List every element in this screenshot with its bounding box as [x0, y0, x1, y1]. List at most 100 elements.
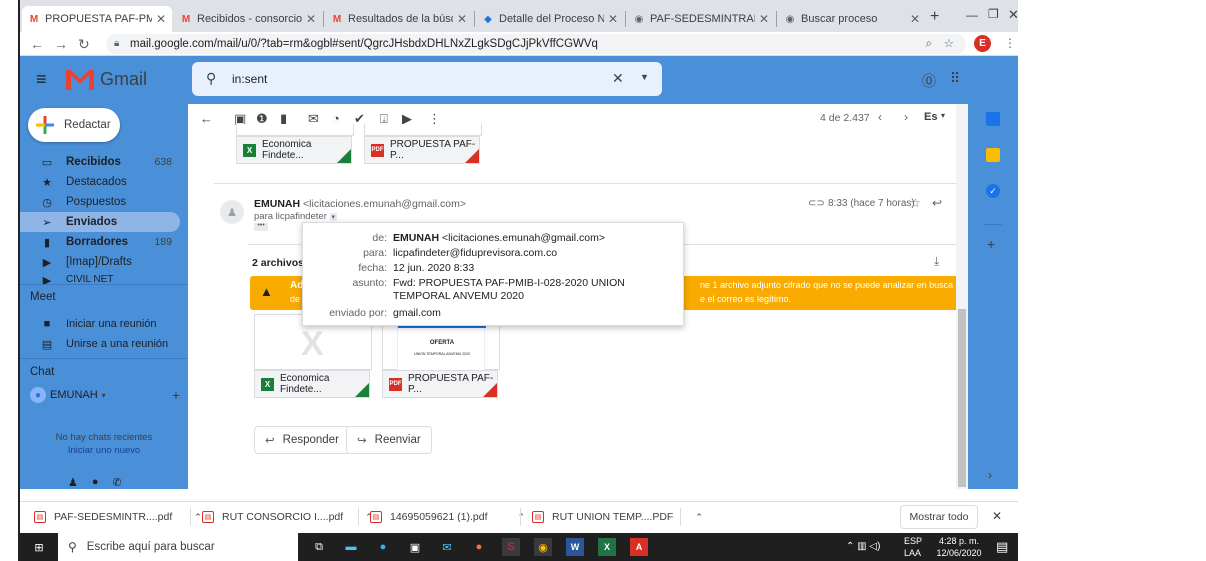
edge-browser-icon[interactable]: ● — [374, 538, 392, 556]
chat-bubble-icon[interactable]: ● — [92, 476, 99, 489]
download-all-icon[interactable]: ⤓ — [934, 254, 939, 269]
pdf-file-icon: ▤ — [370, 511, 382, 523]
attachment-propuesta-top[interactable]: PDF PROPUESTA PAF-P... — [364, 136, 480, 164]
close-tab-icon[interactable]: ✕ — [156, 12, 166, 26]
input-tools-toggle[interactable]: Es — [924, 111, 937, 123]
search-options-icon[interactable]: ▼ — [640, 72, 649, 82]
tab-resultados[interactable]: M Resultados de la búsqu ✕ — [325, 6, 473, 32]
newer-icon[interactable]: ‹ — [878, 110, 882, 124]
close-downloads-icon[interactable]: ✕ — [992, 509, 1002, 523]
download-options-icon[interactable]: ⌃ — [194, 512, 202, 523]
zoom-icon[interactable]: ⌕ — [926, 34, 932, 54]
start-new-chat-link[interactable]: Iniciar uno nuevo — [20, 445, 188, 456]
restore-icon[interactable]: ❐ — [988, 7, 999, 21]
help-icon[interactable]: ⓪ — [922, 71, 936, 91]
chat-user-row[interactable]: ● EMUNAH ▾ + — [30, 386, 180, 404]
profile-avatar[interactable]: E — [974, 35, 991, 52]
close-window-icon[interactable]: ✕ — [1008, 7, 1018, 23]
status-dropdown-icon[interactable]: ▾ — [102, 391, 106, 400]
input-tools-dropdown-icon[interactable]: ▾ — [941, 111, 945, 120]
close-tab-icon[interactable]: ✕ — [306, 12, 316, 26]
search-bar[interactable]: ⚲ in:sent ✕ ▼ — [192, 62, 662, 96]
reload-icon[interactable]: ↻ — [78, 36, 90, 53]
close-tab-icon[interactable]: ✕ — [608, 12, 618, 26]
meet-join-meeting[interactable]: ▤ Unirse a una reunión — [20, 334, 188, 354]
minimize-icon[interactable]: — — [966, 8, 978, 22]
sidebar-item-pospuestos[interactable]: ◷ Pospuestos — [20, 192, 188, 212]
reply-icon[interactable]: ↩ — [932, 196, 942, 210]
chrome-icon[interactable]: ◉ — [534, 538, 552, 556]
acrobat-icon[interactable]: A — [630, 538, 648, 556]
attachment-corner — [483, 383, 497, 397]
apps-grid-icon[interactable]: ⠿ — [950, 70, 960, 87]
url-bar[interactable]: 🔒︎ mail.google.com/mail/u/0/?tab=rm&ogbl… — [106, 34, 966, 54]
reply-button[interactable]: ↩ Responder — [254, 426, 350, 454]
show-trimmed-icon[interactable]: ••• — [254, 222, 268, 231]
attachment-economica-top[interactable]: X Economica Findete... — [236, 136, 352, 164]
keep-icon[interactable] — [986, 148, 1000, 162]
main-menu-icon[interactable]: ≡ — [36, 69, 47, 90]
contacts-icon[interactable]: ♟ — [68, 476, 78, 489]
tab-recibidos[interactable]: M Recibidos - consorciova ✕ — [174, 6, 322, 32]
tasks-icon[interactable]: ✓ — [986, 184, 1000, 198]
download-item[interactable]: ▤ RUT CONSORCIO I....pdf ⌃ — [202, 506, 373, 528]
attachment-economica[interactable]: X Economica Findete... — [254, 370, 370, 398]
phone-icon[interactable]: ✆ — [113, 476, 122, 489]
clear-search-icon[interactable]: ✕ — [612, 70, 624, 87]
bookmark-star-icon[interactable]: ☆ — [944, 34, 954, 54]
sidebar-item-enviados[interactable]: ➢ Enviados — [20, 212, 180, 232]
system-tray-icons[interactable]: ⌃ ▥ ◁) — [846, 541, 880, 552]
show-all-downloads-button[interactable]: Mostrar todo — [900, 505, 978, 529]
task-view-icon[interactable]: ⧉ — [310, 538, 328, 556]
firefox-icon[interactable]: ● — [470, 538, 488, 556]
calendar-icon[interactable] — [986, 112, 1000, 126]
show-details-icon[interactable]: ▾ — [329, 213, 338, 221]
download-options-icon[interactable]: ⌃ — [695, 512, 703, 523]
scrollbar-thumb[interactable] — [958, 309, 966, 487]
notifications-icon[interactable]: ▤ — [996, 539, 1008, 555]
add-chat-icon[interactable]: + — [172, 387, 180, 403]
close-tab-icon[interactable]: ✕ — [759, 12, 769, 26]
sidebar-item-civil-net[interactable]: ▶ CIVIL NET — [20, 274, 188, 284]
excel-icon[interactable]: X — [598, 538, 616, 556]
close-tab-icon[interactable]: ✕ — [457, 12, 467, 26]
taskbar-search-box[interactable]: ⚲ Escribe aquí para buscar — [58, 533, 298, 561]
meet-new-meeting[interactable]: ■ Iniciar una reunión — [20, 314, 188, 334]
store-icon[interactable]: ▣ — [406, 538, 424, 556]
skype-icon[interactable]: S — [502, 538, 520, 556]
download-item[interactable]: ▤ 14695059621 (1).pdf ⌃ — [370, 506, 525, 528]
forward-icon[interactable]: → — [54, 36, 68, 52]
search-input[interactable]: in:sent — [232, 72, 267, 86]
forward-button[interactable]: ↪ Reenviar — [346, 426, 432, 454]
older-icon[interactable]: › — [904, 110, 908, 124]
tab-detalle[interactable]: ◆ Detalle del Proceso Nú ✕ — [476, 6, 624, 32]
sidebar-item-imap-drafts[interactable]: ▶ [Imap]/Drafts — [20, 252, 188, 272]
sender-name: EMUNAH — [254, 198, 301, 210]
tab-propuesta[interactable]: M PROPUESTA PAF-PMIB- ✕ — [22, 6, 172, 32]
close-tab-icon[interactable]: ✕ — [910, 12, 920, 26]
download-item[interactable]: ▤ PAF-SEDESMINTR....pdf ⌃ — [34, 506, 202, 528]
star-message-icon[interactable]: ☆ — [910, 196, 921, 210]
file-explorer-icon[interactable]: ▬ — [342, 538, 360, 556]
new-tab-button[interactable]: + — [930, 8, 939, 26]
word-icon[interactable]: W — [566, 538, 584, 556]
sidebar-item-borradores[interactable]: ▮ Borradores 189 — [20, 232, 188, 252]
attachment-propuesta[interactable]: PDF PROPUESTA PAF-P... — [382, 370, 498, 398]
tab-buscar-proceso[interactable]: ◉ Buscar proceso ✕ — [778, 6, 926, 32]
expand-panel-icon[interactable]: › — [988, 468, 992, 482]
search-icon[interactable]: ⚲ — [206, 70, 216, 87]
windows-start-icon[interactable]: ⊞ — [30, 538, 48, 556]
back-to-list-icon[interactable]: ← — [200, 111, 213, 126]
sidebar-item-destacados[interactable]: ★ Destacados — [20, 172, 188, 192]
mail-app-icon[interactable]: ✉ — [438, 538, 456, 556]
sidebar-item-recibidos[interactable]: ▭ Recibidos 638 — [20, 152, 188, 172]
get-addons-icon[interactable]: + — [987, 236, 995, 252]
attachment-corner — [465, 149, 479, 163]
scrollbar-track[interactable] — [956, 104, 968, 489]
download-item[interactable]: ▤ RUT UNION TEMP....PDF ⌃ — [532, 506, 703, 528]
tab-paf-sedes[interactable]: ◉ PAF-SEDESMINTRABA ✕ — [627, 6, 775, 32]
back-icon[interactable]: ← — [30, 36, 44, 52]
download-options-icon[interactable]: ⌃ — [518, 512, 526, 523]
browser-menu-icon[interactable]: ⋮ — [1004, 36, 1016, 50]
compose-button[interactable]: Redactar — [28, 108, 120, 142]
